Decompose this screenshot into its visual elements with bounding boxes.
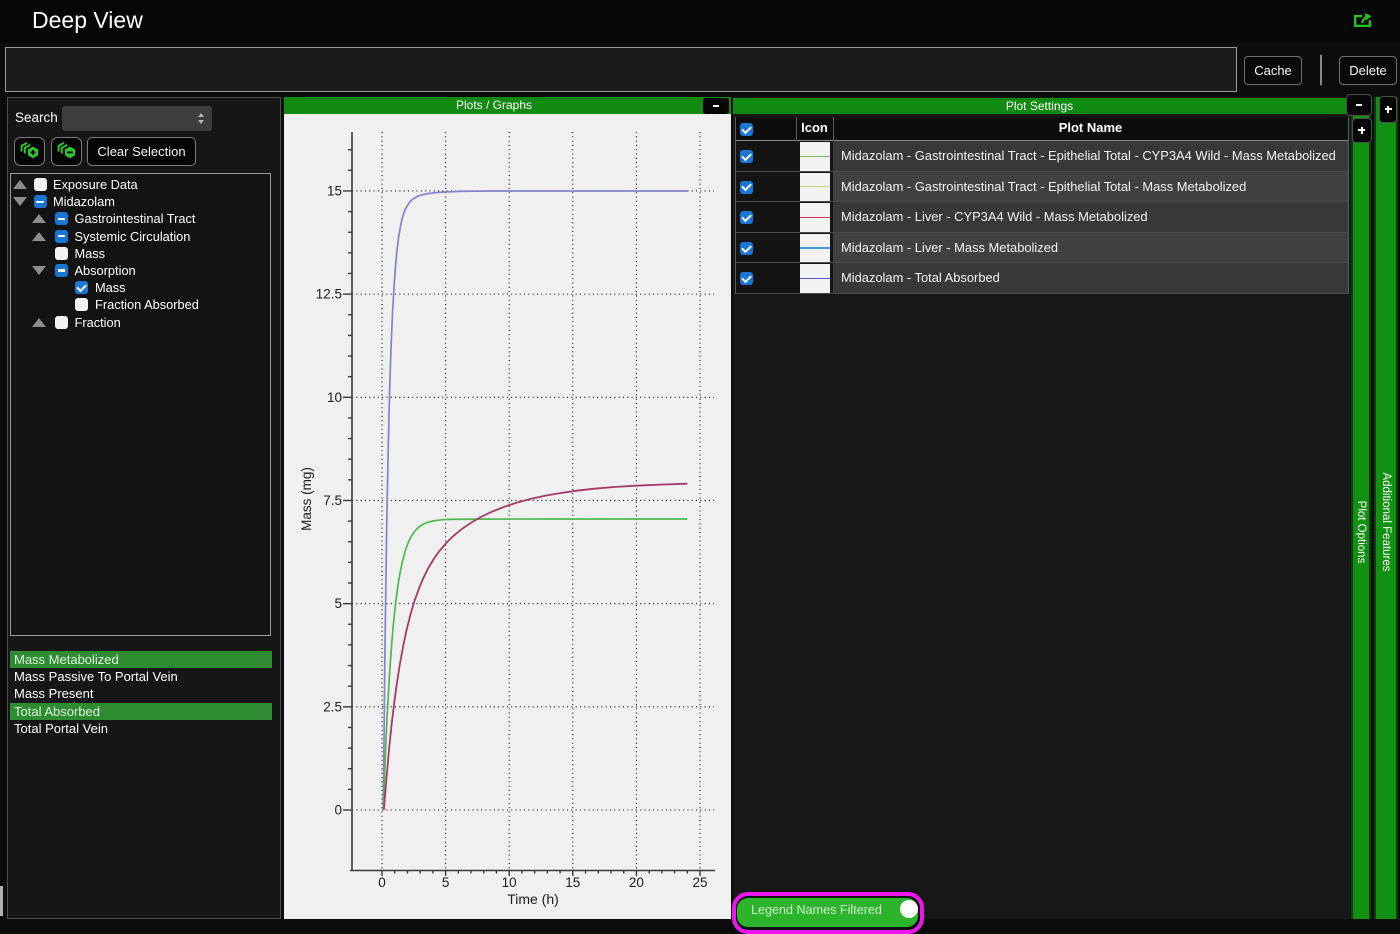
svg-text:Time (h): Time (h): [507, 891, 559, 907]
svg-text:10: 10: [327, 390, 342, 405]
svg-text:20: 20: [629, 875, 644, 890]
svg-text:25: 25: [692, 875, 707, 890]
svg-text:15: 15: [565, 875, 580, 890]
svg-text:0: 0: [378, 875, 386, 890]
svg-text:15: 15: [327, 183, 342, 198]
svg-text:0: 0: [334, 803, 342, 818]
svg-text:5: 5: [442, 875, 450, 890]
svg-text:7.5: 7.5: [323, 493, 342, 508]
svg-text:2.5: 2.5: [323, 699, 342, 714]
svg-text:5: 5: [334, 596, 342, 611]
svg-text:Mass (mg): Mass (mg): [299, 467, 314, 531]
svg-text:10: 10: [502, 875, 517, 890]
svg-text:12.5: 12.5: [316, 287, 342, 302]
